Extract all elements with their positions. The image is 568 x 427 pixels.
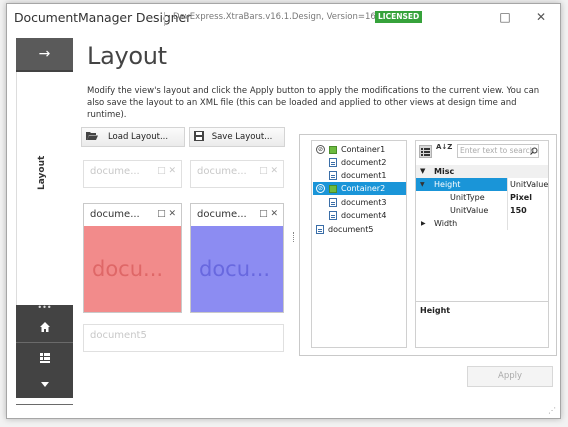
collapse-icon[interactable]: ▼ [420, 165, 425, 178]
sidebar-item-home[interactable] [16, 312, 73, 342]
property-value[interactable]: UnitValue [507, 178, 548, 191]
tree-item-document3[interactable]: document3 [329, 196, 406, 209]
document-icon [329, 158, 337, 167]
collapse-icon[interactable]: ⊘ [316, 184, 325, 193]
preview-splitter[interactable] [293, 232, 295, 242]
layout-tree: ⊘ Container1 document2 document1 ⊘ Conta… [311, 140, 407, 348]
page-description: Modify the view's layout and click the A… [87, 86, 540, 120]
document-title: docume... [90, 166, 140, 177]
sidebar: → Layout ••• [16, 38, 73, 405]
expand-icon[interactable]: ▶ [421, 217, 426, 230]
document-title: document5 [90, 330, 147, 341]
window-subtitle: DevExpress.XtraBars.v16.1.Design, Versio… [173, 12, 401, 22]
container-icon [329, 145, 337, 154]
home-icon [39, 322, 50, 332]
tree-item-container2[interactable]: ⊘ Container2 [313, 182, 406, 195]
document-icon [316, 225, 324, 234]
document-preview-right[interactable]: docume... □ ✕ docu... [190, 203, 284, 313]
property-description: Height [416, 301, 548, 347]
resize-grip[interactable]: ⋰ [548, 407, 556, 415]
property-grid: A↓Z Enter text to search... ▼ Misc ▼ Hei… [415, 140, 549, 348]
property-value[interactable] [507, 217, 548, 230]
title-bar: DocumentManager Designer DevExpress.Xtra… [7, 4, 560, 32]
tree-item-label: Container1 [341, 145, 386, 154]
document-controls[interactable]: □ ✕ [259, 209, 278, 219]
property-name: Width [434, 219, 458, 228]
tree-item-label: document4 [341, 211, 387, 220]
ghost-document-5[interactable]: document5 [83, 324, 284, 352]
load-layout-button[interactable]: Load Layout... [81, 127, 185, 147]
tree-item-label: document5 [328, 225, 374, 234]
sidebar-item-layout-label: Layout [37, 155, 47, 190]
apply-button[interactable]: Apply [467, 366, 553, 387]
property-search-input[interactable]: Enter text to search... [457, 144, 539, 158]
property-row-width[interactable]: ▶ Width [416, 217, 548, 230]
list-icon [39, 353, 50, 363]
tree-item-document4[interactable]: document4 [329, 209, 406, 222]
document-icon [329, 211, 337, 220]
save-layout-button[interactable]: Save Layout... [189, 127, 285, 147]
property-value[interactable]: 150 [507, 204, 548, 217]
sidebar-divider [16, 404, 73, 405]
document-icon [329, 198, 337, 207]
licensed-badge: LICENSED [375, 11, 423, 23]
save-layout-label: Save Layout... [211, 132, 273, 142]
floppy-disk-icon [194, 130, 208, 144]
document-icon [329, 171, 337, 180]
layout-editor-panel: ⊘ Container1 document2 document1 ⊘ Conta… [299, 134, 557, 356]
property-name: Height [434, 180, 461, 189]
tree-item-label: document2 [341, 158, 387, 167]
ghost-document-tab[interactable]: docume... □ ✕ [190, 160, 284, 188]
property-row-unittype[interactable]: UnitType Pixel [416, 191, 548, 204]
document-preview-content: docu... [84, 226, 181, 312]
search-icon[interactable] [530, 147, 538, 155]
alphabetical-sort-button[interactable]: A↓Z [436, 144, 452, 151]
document-title: docume... [90, 209, 140, 220]
property-name: UnitValue [450, 206, 489, 215]
categorized-icon [421, 148, 430, 156]
collapse-icon[interactable]: ⊘ [316, 145, 325, 154]
ghost-document-tab[interactable]: docume... □ ✕ [83, 160, 182, 188]
tree-item-label: document3 [341, 198, 387, 207]
category-label: Misc [434, 167, 455, 176]
categorized-view-button[interactable] [419, 145, 432, 158]
designer-window: DocumentManager Designer DevExpress.Xtra… [6, 3, 561, 419]
container-icon [329, 184, 337, 193]
sidebar-item-more[interactable] [16, 371, 73, 398]
property-name: UnitType [450, 193, 485, 202]
tree-item-container1[interactable]: ⊘ Container1 [316, 143, 406, 156]
sidebar-collapse-button[interactable]: → [16, 38, 73, 70]
title-separator [164, 12, 165, 26]
document-preview-left[interactable]: docume... □ ✕ docu... [83, 203, 182, 313]
tree-item-label: document1 [341, 171, 387, 180]
property-value[interactable]: Pixel [507, 191, 548, 204]
tree-item-document2[interactable]: document2 [329, 156, 406, 169]
document-title: docume... [197, 166, 247, 177]
maximize-button[interactable]: □ [497, 9, 513, 25]
document-controls[interactable]: □ ✕ [157, 209, 176, 219]
tree-item-label: Container2 [341, 184, 386, 193]
document-preview-content: docu... [191, 226, 283, 312]
page-title: Layout [87, 42, 167, 70]
tree-item-document1[interactable]: document1 [329, 169, 406, 182]
chevron-down-icon [40, 382, 49, 387]
load-layout-label: Load Layout... [107, 132, 169, 142]
sidebar-item-list[interactable] [16, 343, 73, 373]
document-title: docume... [197, 209, 247, 220]
document-controls[interactable]: □ ✕ [157, 166, 176, 176]
tree-item-document5[interactable]: document5 [316, 223, 406, 236]
property-grid-toolbar: A↓Z Enter text to search... [416, 141, 548, 163]
collapse-icon[interactable]: ▼ [420, 178, 425, 191]
folder-open-icon [86, 131, 100, 144]
document-controls[interactable]: □ ✕ [259, 166, 278, 176]
property-row-unitvalue[interactable]: UnitValue 150 [416, 204, 548, 217]
property-category-misc[interactable]: ▼ Misc [416, 165, 548, 178]
close-button[interactable]: ✕ [533, 9, 549, 25]
property-row-height[interactable]: ▼ Height UnitValue [416, 178, 548, 191]
sidebar-more-indicator: ••• [37, 303, 52, 312]
sidebar-item-layout[interactable]: Layout [16, 72, 73, 305]
